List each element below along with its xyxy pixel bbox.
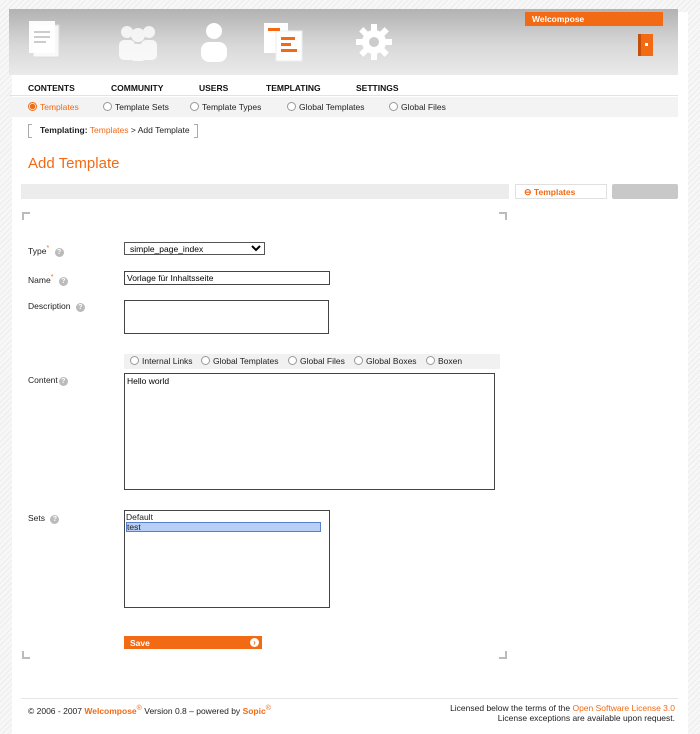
inactive-tool-button bbox=[612, 184, 678, 199]
insert-option-label: Global Templates bbox=[213, 356, 279, 366]
subnav-label: Template Sets bbox=[115, 102, 169, 112]
breadcrumb-section: Templating bbox=[40, 125, 85, 135]
help-icon[interactable]: ? bbox=[58, 276, 68, 286]
radio-icon bbox=[190, 102, 199, 111]
breadcrumb: Templating: Templates > Add Template bbox=[28, 124, 198, 138]
product-link[interactable]: Welcompose bbox=[84, 706, 136, 716]
sets-option-test[interactable]: test bbox=[126, 522, 321, 532]
insert-option-label: Internal Links bbox=[142, 356, 193, 366]
insert-option-label: Boxen bbox=[438, 356, 463, 366]
subnav-template-sets[interactable]: Template Sets bbox=[103, 102, 169, 112]
subnav-global-templates[interactable]: Global Templates bbox=[287, 102, 365, 112]
subnav-label: Global Templates bbox=[299, 102, 365, 112]
sets-listbox[interactable]: Default test bbox=[124, 510, 330, 608]
insert-option-label: Global Boxes bbox=[366, 356, 417, 366]
save-button[interactable]: Save › bbox=[124, 636, 262, 649]
description-label-text: Description bbox=[28, 301, 71, 311]
users-icon[interactable] bbox=[200, 22, 228, 62]
frame-corner bbox=[22, 212, 30, 220]
content-textarea[interactable]: Hello world bbox=[124, 373, 495, 490]
name-label: Name* ? bbox=[28, 273, 68, 286]
insert-internal-links[interactable]: Internal Links bbox=[130, 356, 193, 366]
radio-icon bbox=[288, 356, 297, 365]
back-arrow-icon: ⊖ bbox=[524, 187, 532, 197]
frame-corner bbox=[22, 651, 30, 659]
radio-selected-icon bbox=[28, 102, 37, 111]
radio-icon bbox=[354, 356, 363, 365]
license-prefix: Licensed below the terms of the bbox=[450, 703, 571, 713]
breadcrumb-separator: : bbox=[84, 125, 88, 135]
content-label: Content? bbox=[28, 375, 68, 386]
name-input[interactable] bbox=[124, 271, 330, 285]
help-icon[interactable]: ? bbox=[54, 247, 64, 257]
subnav-label: Global Files bbox=[401, 102, 446, 112]
arrow-right-icon: › bbox=[250, 638, 259, 647]
breadcrumb-link-templates[interactable]: Templates bbox=[90, 125, 129, 135]
footer-divider bbox=[21, 698, 678, 699]
license-exceptions: License exceptions are available upon re… bbox=[497, 713, 675, 723]
insert-boxen[interactable]: Boxen bbox=[426, 356, 462, 366]
required-mark: * bbox=[50, 273, 54, 281]
subnav-template-types[interactable]: Template Types bbox=[190, 102, 261, 112]
nav-templating[interactable]: TEMPLATING bbox=[266, 83, 321, 93]
help-icon[interactable]: ? bbox=[75, 303, 85, 312]
nav-settings[interactable]: SETTINGS bbox=[356, 83, 399, 93]
nav-contents[interactable]: CONTENTS bbox=[28, 83, 75, 93]
insert-option-label: Global Files bbox=[300, 356, 345, 366]
type-select[interactable]: simple_page_index bbox=[124, 242, 265, 255]
page-title: Add Template bbox=[28, 155, 120, 172]
nav-users[interactable]: USERS bbox=[199, 83, 228, 93]
radio-icon bbox=[426, 356, 435, 365]
radio-icon bbox=[103, 102, 112, 111]
help-icon[interactable]: ? bbox=[58, 377, 68, 386]
type-label: Type* ? bbox=[28, 244, 64, 257]
toolbar-strip bbox=[21, 184, 509, 199]
help-icon[interactable]: ? bbox=[50, 515, 60, 524]
name-label-text: Name bbox=[28, 274, 51, 285]
insert-global-files[interactable]: Global Files bbox=[288, 356, 345, 366]
logout-door-icon[interactable] bbox=[638, 34, 653, 56]
content-label-text: Content bbox=[28, 375, 58, 385]
registered-mark: ® bbox=[265, 704, 271, 712]
breadcrumb-current: > Add Template bbox=[130, 125, 190, 135]
main-navigation: CONTENTS COMMUNITY USERS TEMPLATING SETT… bbox=[9, 78, 678, 96]
frame-corner bbox=[499, 212, 507, 220]
description-label: Description ? bbox=[28, 301, 85, 312]
nav-community[interactable]: COMMUNITY bbox=[111, 83, 163, 93]
footer-copyright: © 2006 - 2007 Welcompose® Version 0.8 – … bbox=[28, 704, 271, 716]
radio-icon bbox=[389, 102, 398, 111]
templates-button-label: Templates bbox=[533, 187, 576, 197]
license-link[interactable]: Open Software License 3.0 bbox=[572, 703, 675, 713]
subnav-label: Template Types bbox=[202, 102, 262, 112]
radio-icon bbox=[287, 102, 296, 111]
insert-global-templates[interactable]: Global Templates bbox=[201, 356, 279, 366]
templates-button[interactable]: ⊖ Templates bbox=[515, 184, 607, 199]
templating-icon[interactable] bbox=[264, 23, 304, 63]
company-link[interactable]: Sopic bbox=[243, 706, 266, 716]
insert-global-boxes[interactable]: Global Boxes bbox=[354, 356, 417, 366]
save-button-label: Save bbox=[130, 638, 150, 648]
registered-mark: ® bbox=[136, 704, 142, 712]
subnav-label: Templates bbox=[40, 102, 79, 112]
description-textarea[interactable] bbox=[124, 300, 329, 334]
footer-license: Licensed below the terms of the Open Sof… bbox=[450, 703, 675, 723]
frame-corner bbox=[499, 651, 507, 659]
brand-bar: Welcompose bbox=[525, 12, 663, 26]
radio-icon bbox=[130, 356, 139, 365]
required-mark: * bbox=[46, 244, 50, 252]
copyright-text: © 2006 - 2007 bbox=[28, 705, 82, 716]
version-text: Version 0.8 – powered by bbox=[144, 705, 241, 716]
community-icon[interactable] bbox=[117, 23, 159, 61]
subnav-global-files[interactable]: Global Files bbox=[389, 102, 446, 112]
type-label-text: Type bbox=[28, 245, 47, 256]
settings-icon[interactable] bbox=[355, 23, 393, 61]
contents-icon[interactable] bbox=[29, 21, 63, 61]
subnav-templates[interactable]: Templates bbox=[28, 102, 79, 112]
sub-navigation: Templates Template Sets Template Types G… bbox=[9, 97, 678, 117]
sets-label: Sets ? bbox=[28, 513, 60, 524]
radio-icon bbox=[201, 356, 210, 365]
sets-option-default[interactable]: Default bbox=[126, 512, 328, 522]
insert-options-bar: Internal Links Global Templates Global F… bbox=[124, 354, 500, 369]
sets-label-text: Sets bbox=[28, 513, 46, 523]
